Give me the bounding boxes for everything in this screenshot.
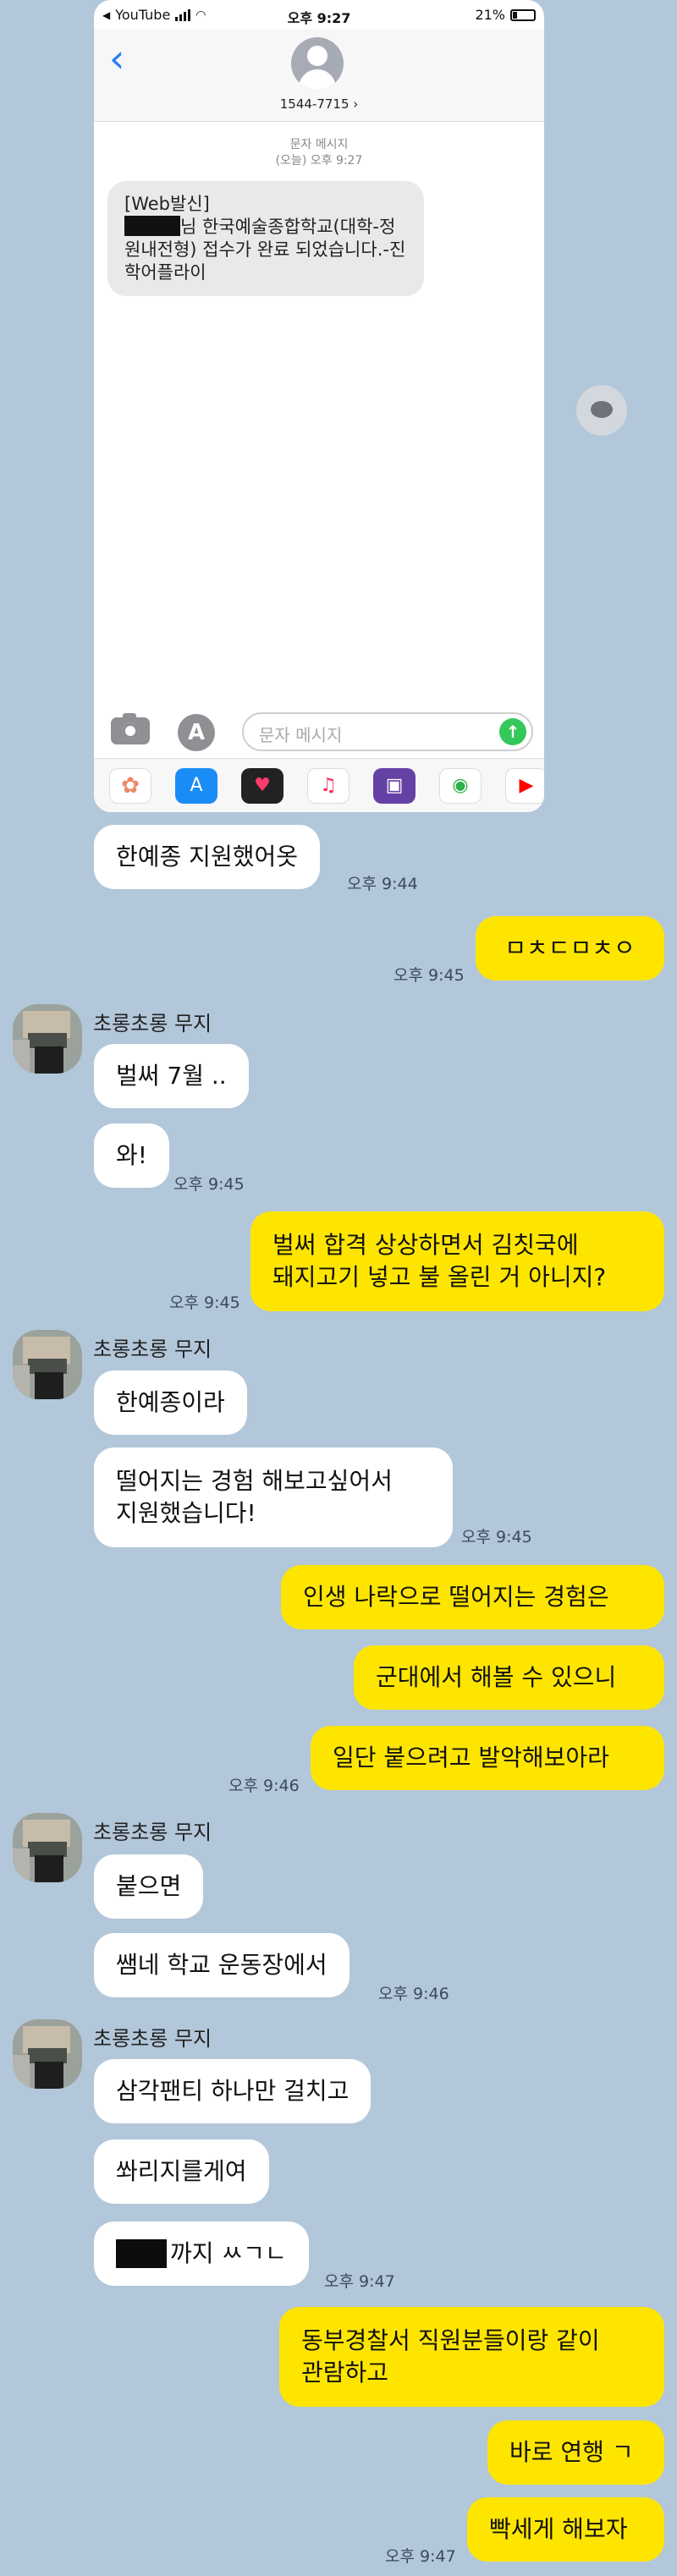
imessage-app-tray: ✿ A ♥ ♫ ▣ ◉ ▶ (94, 758, 544, 812)
sender-name: 초롱초롱 무지 (93, 1337, 212, 1361)
sms-message-bubble[interactable]: [Web발신] 님 한국예술종합학교(대학-정원내전형) 접수가 완료 되었습니… (107, 181, 424, 296)
youtube-icon[interactable]: ▶ (505, 767, 544, 804)
music-icon[interactable]: ♫ (307, 767, 350, 804)
floating-chat-icon[interactable] (576, 385, 627, 436)
sender-name: 초롱초롱 무지 (93, 2027, 212, 2051)
contact-number[interactable]: 1544-7715 › (94, 96, 544, 112)
message-time: 오후 9:47 (324, 2272, 395, 2291)
message-date: (오늘) 오후 9:27 (275, 154, 363, 168)
my-message[interactable]: 벌써 합격 상상하면서 김칫국에 돼지고기 넣고 불 올린 거 아니지? (250, 1211, 664, 1311)
message-time: 오후 9:45 (169, 1293, 240, 1312)
message-input[interactable]: 문자 메시지 ↑ (242, 712, 533, 751)
ios-status-bar: ◀ YouTube ◠ 오후 9:27 21% (94, 0, 544, 29)
my-message[interactable]: 군대에서 해볼 수 있으니 (354, 1645, 664, 1710)
sms-line-1: [Web발신] (124, 194, 210, 214)
battery-percent: 21% (475, 7, 505, 23)
message-time: 오후 9:47 (385, 2547, 456, 2566)
conversation-header: ‹ 1544-7715 › (94, 29, 544, 122)
message-time: 오후 9:46 (228, 1777, 300, 1795)
message-type-label: 문자 메시지 (오늘) 오후 9:27 (94, 137, 544, 169)
ios-input-row: A 문자 메시지 ↑ (94, 707, 544, 755)
other-message[interactable]: 쌤네 학교 운동장에서 (94, 1933, 350, 1997)
photos-icon[interactable]: ✿ (109, 767, 151, 804)
message-time: 오후 9:45 (461, 1528, 532, 1546)
other-message[interactable]: 붙으면 (94, 1854, 204, 1919)
other-message[interactable]: 와! (94, 1123, 169, 1188)
message-input-placeholder: 문자 메시지 (259, 725, 343, 745)
sender-name: 초롱초롱 무지 (93, 1821, 212, 1844)
sender-name: 초롱초롱 무지 (93, 1012, 212, 1035)
app-store-icon[interactable]: A (178, 714, 215, 751)
message-time: 오후 9:46 (378, 1985, 449, 2003)
redacted-name (124, 216, 180, 236)
avatar[interactable] (13, 1004, 82, 1074)
message-time: 오후 9:45 (173, 1175, 245, 1194)
heart-app-icon[interactable]: ♥ (241, 767, 283, 804)
message-time: 오후 9:45 (394, 966, 465, 985)
other-message[interactable]: 까지 ㅆㄱㄴ (94, 2222, 309, 2286)
other-message[interactable]: 삼각팬티 하나만 걸치고 (94, 2059, 372, 2123)
camera-icon[interactable] (111, 713, 150, 744)
message-time: 오후 9:44 (347, 875, 418, 893)
other-message[interactable]: 벌써 7월 .. (94, 1044, 249, 1108)
other-message[interactable]: 떨어지는 경험 해보고싶어서 지원했습니다! (94, 1447, 453, 1547)
send-arrow-icon[interactable]: ↑ (499, 718, 526, 745)
contact-avatar[interactable] (291, 37, 344, 90)
battery-icon (510, 8, 536, 21)
redacted-name (116, 2239, 167, 2268)
my-message[interactable]: 인생 나락으로 떨어지는 경험은 (281, 1565, 664, 1629)
other-message[interactable]: 한예종 지원했어옷 (94, 825, 320, 889)
my-message[interactable]: 동부경찰서 직원분들이랑 같이 관람하고 (279, 2307, 664, 2407)
find-icon[interactable]: ◉ (439, 767, 482, 804)
appstore-tray-icon[interactable]: A (175, 767, 217, 804)
ios-messages-screenshot: ◀ YouTube ◠ 오후 9:27 21% ‹ 1544-7715 › 문자… (94, 0, 544, 812)
my-message[interactable]: 바로 연행 ㄱ (487, 2420, 664, 2485)
back-chevron-icon[interactable]: ‹ (109, 39, 124, 78)
avatar[interactable] (13, 2019, 82, 2089)
twitch-icon[interactable]: ▣ (373, 767, 416, 804)
other-message[interactable]: 쏴리지를게여 (94, 2139, 269, 2204)
my-message[interactable]: 빡세게 해보자 (467, 2497, 664, 2562)
my-message[interactable]: 일단 붙으려고 발악해보아라 (311, 1726, 664, 1790)
my-message[interactable]: ㅁㅊㄷㅁㅊㅇ (476, 916, 664, 980)
avatar[interactable] (13, 1813, 82, 1882)
avatar[interactable] (13, 1330, 82, 1399)
other-message[interactable]: 한예종이라 (94, 1370, 247, 1435)
